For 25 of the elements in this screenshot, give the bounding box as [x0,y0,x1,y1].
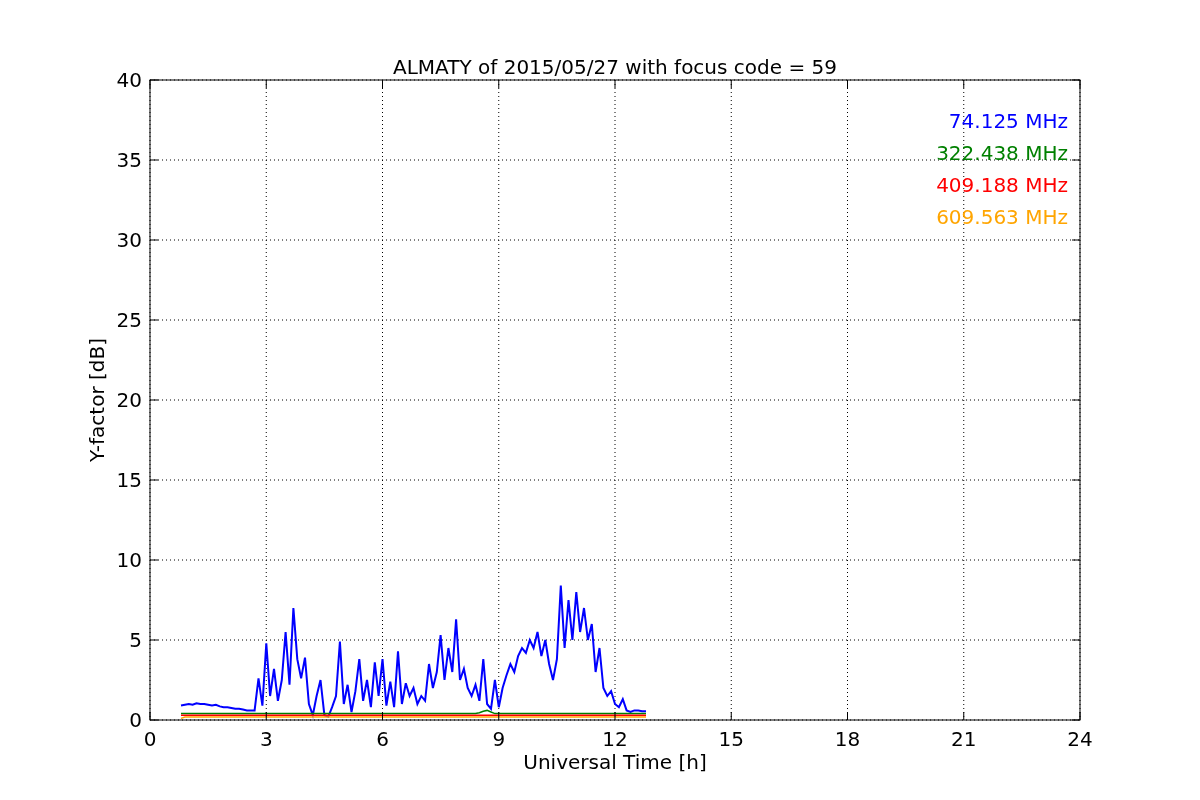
y-tick-label: 30 [116,228,142,252]
y-axis-label: Y-factor [dB] [85,338,109,462]
x-tick-label: 12 [602,727,628,751]
x-tick-label: 3 [259,727,273,751]
chart-title: ALMATY of 2015/05/27 with focus code = 59 [393,55,837,79]
x-tick-label: 21 [951,727,977,751]
x-tick-label: 6 [376,727,389,751]
y-tick-label: 5 [129,628,142,652]
y-tick-label: 20 [116,388,142,412]
y-tick-label: 0 [129,708,142,732]
x-axis-label: Universal Time [h] [523,750,707,774]
x-tick-label: 9 [492,727,506,751]
legend-label: 609.563 MHz [936,205,1068,229]
legend-label: 322.438 MHz [936,141,1068,165]
y-tick-label: 15 [116,468,142,492]
y-tick-label: 40 [116,68,142,92]
y-tick-label: 35 [116,148,142,172]
x-tick-label: 18 [834,727,861,751]
x-tick-label: 0 [143,727,157,751]
x-tick-label: 24 [1067,727,1093,751]
y-tick-label: 10 [116,548,142,572]
y-tick-label: 25 [116,308,142,332]
legend-label: 409.188 MHz [936,173,1068,197]
legend-label: 74.125 MHz [948,109,1068,133]
x-tick-label: 15 [718,727,744,751]
